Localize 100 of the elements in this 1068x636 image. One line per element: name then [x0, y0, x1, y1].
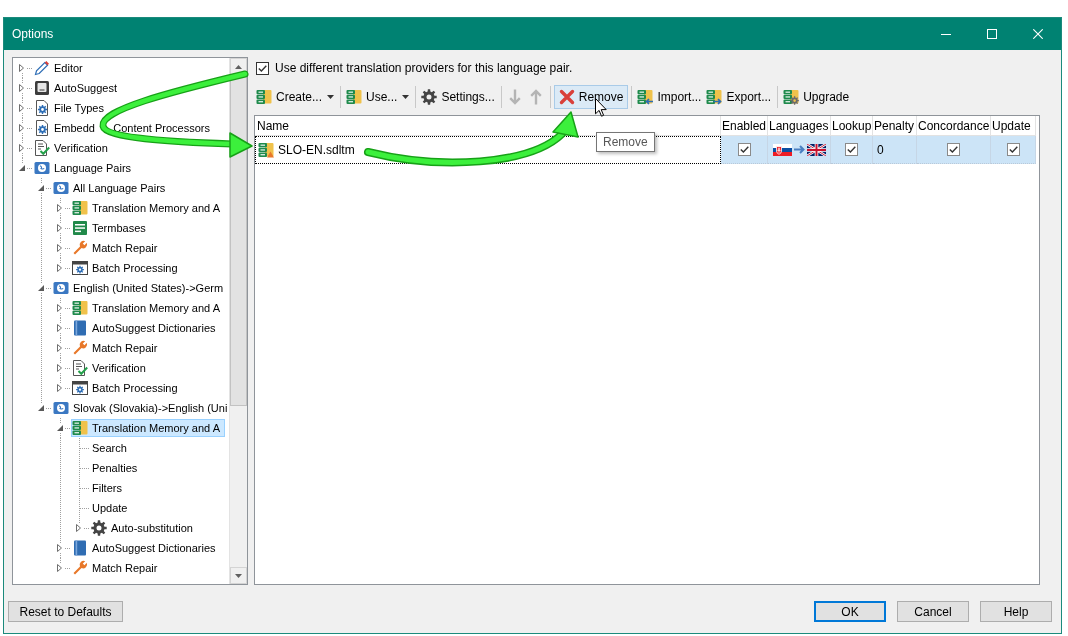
- list-tile-icon: [72, 220, 88, 236]
- create-button[interactable]: Create...: [254, 85, 338, 109]
- tree-item[interactable]: Update: [90, 499, 133, 517]
- tree-item[interactable]: Match Repair: [71, 559, 163, 577]
- document-gear-icon: [34, 100, 50, 116]
- globe-icon: [53, 280, 69, 296]
- tree-item[interactable]: Match Repair: [71, 339, 163, 357]
- document-check-icon: [72, 360, 88, 376]
- expand-triangle-icon[interactable]: [19, 144, 24, 152]
- tree-item[interactable]: Batch Processing: [71, 259, 183, 277]
- checkbox[interactable]: [947, 143, 960, 156]
- stack-gear-icon: [783, 89, 800, 105]
- tree-item[interactable]: Editor: [33, 59, 88, 77]
- window-title: Options: [12, 27, 54, 41]
- collapse-triangle-icon[interactable]: [19, 165, 25, 171]
- expand-triangle-icon[interactable]: [19, 64, 24, 72]
- expand-triangle-icon[interactable]: [57, 364, 62, 372]
- expand-triangle-icon[interactable]: [57, 564, 62, 572]
- reset-button[interactable]: Reset to Defaults: [8, 601, 123, 622]
- tree-item[interactable]: Auto-substitution: [90, 519, 198, 537]
- checkbox-label[interactable]: Use different translation providers for this language pair.: [275, 61, 573, 75]
- collapse-triangle-icon[interactable]: [38, 285, 44, 291]
- tree-item[interactable]: All Language Pairs: [52, 179, 171, 197]
- tree-item[interactable]: Slovak (Slovakia)->English (Uni: [52, 399, 229, 417]
- expand-triangle-icon[interactable]: [57, 224, 62, 232]
- document-gear-icon: [34, 120, 50, 136]
- expand-triangle-icon[interactable]: [76, 524, 81, 532]
- globe-icon: [53, 400, 69, 416]
- tree-item[interactable]: Search: [90, 439, 132, 457]
- document-check-icon: [34, 140, 50, 156]
- close-icon: [1033, 29, 1043, 39]
- tree-item[interactable]: Penalties: [90, 459, 143, 477]
- stack-icon: [346, 89, 363, 105]
- maximize-icon: [987, 29, 997, 39]
- scroll-down-button[interactable]: [230, 567, 247, 584]
- tree-item[interactable]: AutoSuggest Dictionaries: [71, 319, 221, 337]
- window-gear-icon: [72, 380, 88, 396]
- expand-triangle-icon[interactable]: [57, 544, 62, 552]
- checkbox[interactable]: [845, 143, 858, 156]
- stack-icon: [256, 89, 272, 105]
- tree-item[interactable]: Translation Memory and A: [71, 299, 225, 317]
- expand-triangle-icon[interactable]: [19, 104, 24, 112]
- expand-triangle-icon[interactable]: [57, 344, 62, 352]
- file-name: SLO-EN.sdltm: [278, 143, 355, 157]
- tree-item[interactable]: Translation Memory and A: [71, 199, 225, 217]
- scrollbar-thumb[interactable]: [230, 75, 247, 406]
- tree-item[interactable]: Batch Processing: [71, 379, 183, 397]
- tree-item[interactable]: AutoSuggest: [33, 79, 122, 97]
- tree-item[interactable]: Verification: [71, 359, 151, 377]
- stack-icon: [72, 300, 88, 316]
- gear-icon: [421, 89, 438, 105]
- expand-triangle-icon[interactable]: [57, 244, 62, 252]
- dialog-button[interactable]: OK: [814, 601, 886, 622]
- globe-icon: [34, 160, 50, 176]
- penalty-value: 0: [877, 142, 884, 157]
- wrench-icon: [72, 240, 88, 256]
- tree-item[interactable]: Language Pairs: [33, 159, 137, 177]
- tree-item[interactable]: Embedd Content Processors: [33, 119, 215, 137]
- expand-triangle-icon[interactable]: [57, 204, 62, 212]
- book-icon: [72, 320, 88, 336]
- triangle-up-icon: [235, 64, 242, 69]
- checkbox[interactable]: [256, 61, 269, 75]
- caret-icon: [327, 95, 335, 99]
- tooltip: Remove: [596, 132, 655, 152]
- collapse-triangle-icon[interactable]: [38, 185, 44, 191]
- expand-triangle-icon[interactable]: [19, 124, 24, 132]
- export-button[interactable]: Export...: [704, 85, 775, 109]
- expand-triangle-icon[interactable]: [57, 304, 62, 312]
- dialog-button[interactable]: Help: [980, 601, 1052, 622]
- settings-button[interactable]: Settings...: [419, 85, 498, 109]
- tree-item[interactable]: File Types: [33, 99, 109, 117]
- tree-item[interactable]: Match Repair: [71, 239, 163, 257]
- expand-triangle-icon[interactable]: [19, 84, 24, 92]
- stack-arrow-icon: [706, 89, 723, 105]
- expand-triangle-icon[interactable]: [57, 384, 62, 392]
- wrench-icon: [72, 340, 88, 356]
- checkbox[interactable]: [737, 143, 751, 156]
- stack-icon: [72, 420, 88, 436]
- expand-triangle-icon[interactable]: [57, 264, 62, 272]
- remove-button[interactable]: Remove: [553, 85, 629, 109]
- tree-item[interactable]: Verification: [33, 139, 113, 157]
- tree-item[interactable]: Termbases: [71, 219, 151, 237]
- use-button[interactable]: Use...: [344, 85, 413, 109]
- slovak-flag-icon: [772, 143, 792, 156]
- collapse-triangle-icon[interactable]: [57, 425, 63, 431]
- uk-flag-icon: [806, 143, 826, 156]
- import-button[interactable]: Import...: [635, 85, 705, 109]
- tree-item[interactable]: AutoSuggest Dictionaries: [71, 539, 221, 557]
- collapse-triangle-icon[interactable]: [38, 405, 44, 411]
- tree-item[interactable]: Filters: [90, 479, 127, 497]
- tree-item[interactable]: English (United States)->Germ: [52, 279, 229, 297]
- window-gear-icon: [72, 260, 88, 276]
- upgrade-button[interactable]: Upgrade: [781, 85, 853, 109]
- checkbox[interactable]: [1006, 143, 1020, 156]
- tree-item[interactable]: Translation Memory and A: [71, 419, 225, 437]
- stack-arrow-icon: [637, 89, 654, 105]
- dialog-button[interactable]: Cancel: [897, 601, 969, 622]
- gear-icon: [91, 520, 107, 536]
- expand-triangle-icon[interactable]: [57, 324, 62, 332]
- keycap-icon: [34, 80, 50, 96]
